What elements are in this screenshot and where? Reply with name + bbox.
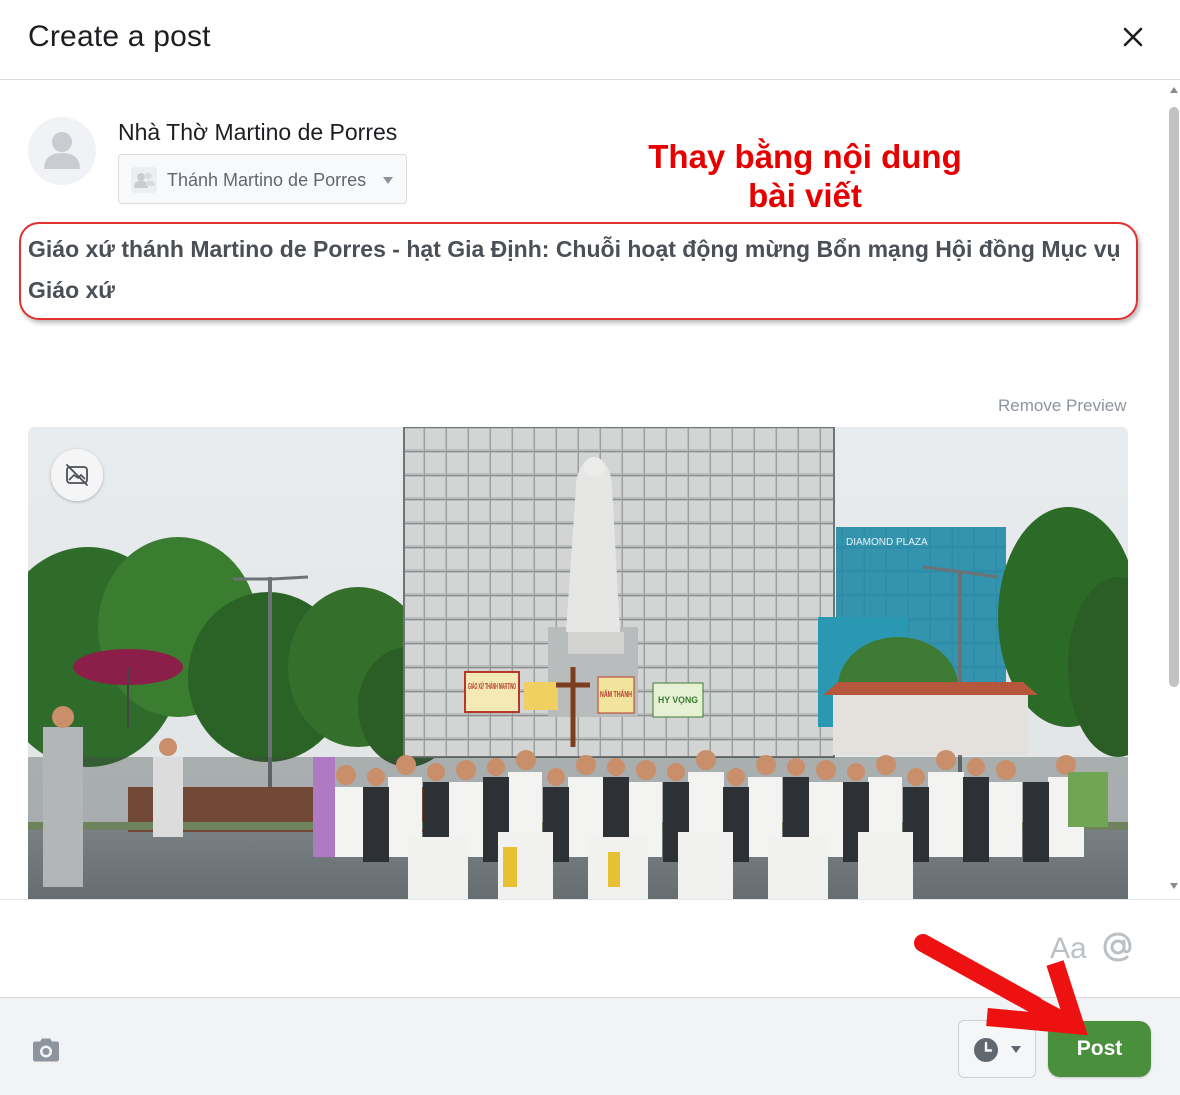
banner-text-3: HY VỌNG (658, 695, 698, 705)
preview-photo: DIAMOND PLAZA GIÁO XỨ THÁNH MARTINO NĂM … (28, 427, 1128, 899)
camera-icon[interactable] (30, 1036, 62, 1064)
annotation-line-2: bài viết (748, 177, 862, 214)
instruction-annotation: Thay bằng nội dung bài viết (640, 137, 970, 215)
hide-image-icon (66, 464, 88, 486)
scroll-down-icon[interactable] (1170, 883, 1178, 889)
dialog-footer: Post (0, 997, 1180, 1095)
banner-text-2: NĂM THÁNH (600, 690, 632, 699)
audience-selector[interactable]: Thánh Martino de Porres (118, 154, 407, 204)
scrollbar[interactable] (1166, 81, 1180, 899)
hide-image-button[interactable] (51, 449, 103, 501)
dialog-title: Create a post (28, 20, 211, 53)
building-sign: DIAMOND PLAZA (846, 537, 928, 548)
group-icon (131, 167, 157, 193)
clock-icon (974, 1038, 998, 1062)
remove-preview-link[interactable]: Remove Preview (998, 396, 1127, 416)
page-name: Nhà Thờ Martino de Porres (118, 119, 398, 145)
create-post-dialog: Create a post Nhà Thờ Martino de Porres … (0, 0, 1180, 1095)
composer-tools: Aa (0, 899, 1180, 997)
banner-text-1: GIÁO XỨ THÁNH MARTINO (468, 682, 516, 691)
close-icon[interactable] (1118, 22, 1148, 52)
dialog-header: Create a post (0, 0, 1180, 80)
link-preview-image: DIAMOND PLAZA GIÁO XỨ THÁNH MARTINO NĂM … (28, 427, 1128, 899)
scroll-thumb[interactable] (1169, 107, 1179, 687)
post-text-input[interactable]: Giáo xứ thánh Martino de Porres - hạt Gi… (28, 229, 1138, 311)
chevron-down-icon (1011, 1046, 1021, 1053)
post-body-scroll-area[interactable]: Nhà Thờ Martino de Porres Thánh Martino … (0, 81, 1180, 899)
scroll-up-icon[interactable] (1170, 87, 1178, 93)
text-format-button[interactable]: Aa (1050, 932, 1087, 966)
annotation-line-1: Thay bằng nội dung (648, 138, 962, 175)
post-button[interactable]: Post (1048, 1021, 1151, 1077)
audience-label: Thánh Martino de Porres (167, 170, 367, 190)
schedule-button[interactable] (958, 1020, 1036, 1078)
at-sign-icon[interactable] (1100, 929, 1136, 965)
chevron-down-icon (383, 177, 393, 184)
user-avatar-icon (28, 117, 96, 185)
